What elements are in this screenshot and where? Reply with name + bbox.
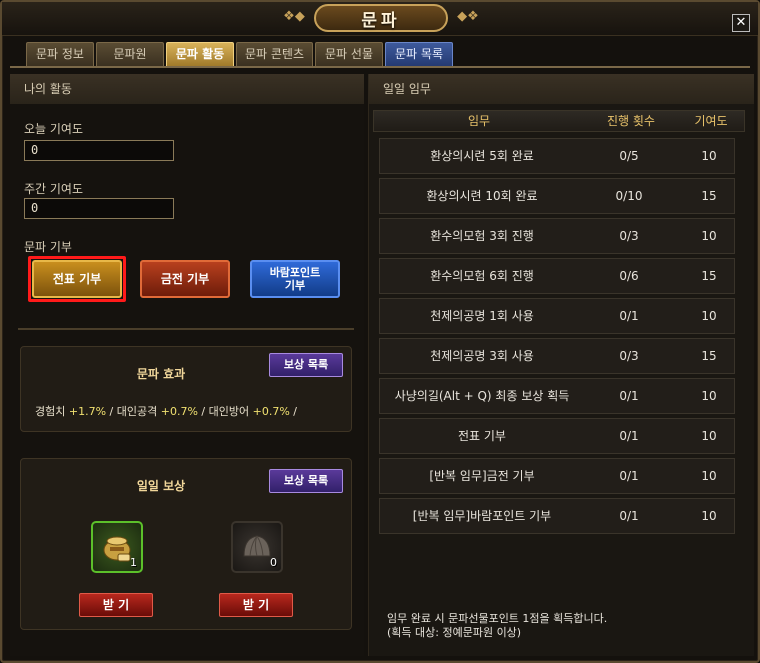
dumpling-icon [243,535,271,557]
column-header-contribution: 기여도 [694,114,728,128]
weekly-contribution-label: 주간 기여도 [24,182,84,196]
mission-table-header: 임무 진행 횟수 기여도 [373,110,745,132]
mission-contribution: 10 [701,229,717,243]
mission-row: [반복 임무]금전 기부 0/1 10 [379,458,735,494]
mission-contribution: 10 [701,469,717,483]
mission-name: 환수의모험 6회 진행 [430,269,534,283]
tab-underline [10,66,750,68]
title-ornament-left-icon: ❖◆ [283,9,305,24]
mission-progress: 0/1 [619,509,639,523]
item-count: 1 [130,556,137,569]
mission-name: 환수의모험 3회 진행 [430,229,534,243]
mission-row: [반복 임무]바람포인트 기부 0/1 10 [379,498,735,534]
today-contribution-label: 오늘 기여도 [24,122,84,136]
effect-separator: / [201,405,206,418]
tab-guild-list[interactable]: 문파 목록 [385,42,454,66]
mission-row: 천제의공명 3회 사용 0/3 15 [379,338,735,374]
mission-row: 전표 기부 0/1 10 [379,418,735,454]
daily-mission-panel: 일일 임무 임무 진행 횟수 기여도 환상의시련 5회 완료 0/5 10 환상의시련… [368,74,754,656]
title-bar: ❖◆ 문파 ◆❖ ✕ [2,2,758,36]
column-header-mission: 임무 [467,114,491,128]
mission-progress: 0/1 [619,309,639,323]
mission-contribution: 10 [701,389,717,403]
pvp-defense-label: 대인방어 [208,405,250,418]
panel-divider [18,328,354,330]
mission-progress: 0/3 [619,229,639,243]
tab-guild-info[interactable]: 문파 정보 [26,42,94,66]
mission-name: 전표 기부 [458,429,506,443]
my-activity-header: 나의 활동 [10,74,364,104]
guild-window: ❖◆ 문파 ◆❖ ✕ 문파 정보 문파원 문파 활동 문파 콘텐츠 문파 선물 … [0,0,760,663]
mission-name: 환상의시련 10회 완료 [426,189,538,203]
pot-icon [103,536,131,562]
mission-name: 천제의공명 1회 사용 [430,309,534,323]
effect-separator: / [109,405,114,418]
my-activity-panel: 나의 활동 오늘 기여도 0 주간 기여도 0 문파 기부 전표 기부 금전 기… [10,74,364,656]
mission-progress: 0/6 [619,269,639,283]
daily-reward-box: 일일 보상 보상 목록 1 0 받 기 받 기 [20,458,352,630]
pvp-attack-value: +0.7% [160,405,198,418]
today-contribution-field: 0 [24,140,174,161]
column-header-progress: 진행 횟수 [607,114,655,128]
effect-separator: / [293,405,298,418]
mission-progress: 0/1 [619,389,639,403]
daily-mission-header: 일일 임무 [369,74,754,104]
reward-item-slot[interactable]: 0 [231,521,283,573]
mission-contribution: 10 [701,509,717,523]
footnote-line-1: 임무 완료 시 문파선물포인트 1점을 획득합니다. [387,612,608,625]
weekly-contribution-field: 0 [24,198,174,219]
mission-contribution: 15 [701,349,717,363]
mission-contribution: 15 [701,269,717,283]
pvp-attack-label: 대인공격 [116,405,158,418]
mission-row: 환상의시련 5회 완료 0/5 10 [379,138,735,174]
mission-name: 천제의공명 3회 사용 [430,349,534,363]
gold-donate-button[interactable]: 금전 기부 [140,260,230,298]
close-button[interactable]: ✕ [732,14,750,32]
mission-name: 환상의시련 5회 완료 [430,149,534,163]
exp-label: 경험치 [35,405,66,418]
pvp-defense-value: +0.7% [252,405,290,418]
tab-guild-content[interactable]: 문파 콘텐츠 [236,42,314,66]
mission-name: [반복 임무]바람포인트 기부 [412,509,552,523]
guild-effect-stats: 경험치 +1.7% / 대인공격 +0.7% / 대인방어 +0.7% / [35,403,297,419]
mission-progress: 0/3 [619,349,639,363]
mission-contribution: 10 [701,309,717,323]
mission-progress: 0/1 [619,469,639,483]
mission-row: 천제의공명 1회 사용 0/1 10 [379,298,735,334]
guild-effect-box: 문파 효과 보상 목록 경험치 +1.7% / 대인공격 +0.7% / 대인방… [20,346,352,432]
tab-guild-gift[interactable]: 문파 선물 [315,42,384,66]
reward-item-slot[interactable]: 1 [91,521,143,573]
item-count: 0 [270,556,277,569]
footnote-line-2: (획득 대상: 정예문파원 이상) [387,626,522,639]
mission-contribution: 10 [701,149,717,163]
mission-name: 사냥의길(Alt + Q) 최종 보상 획득 [394,389,570,403]
title-ornament-right-icon: ◆❖ [457,9,479,24]
mission-contribution: 10 [701,429,717,443]
daily-reward-list-button[interactable]: 보상 목록 [269,469,343,493]
mission-progress: 0/5 [619,149,639,163]
mission-row: 사냥의길(Alt + Q) 최종 보상 획득 0/1 10 [379,378,735,414]
effect-reward-list-button[interactable]: 보상 목록 [269,353,343,377]
window-title: 문파 [314,4,448,32]
exp-value: +1.7% [68,405,107,418]
guild-donation-label: 문파 기부 [24,240,72,254]
wind-point-donate-button[interactable]: 바람포인트 기부 [250,260,340,298]
mission-progress: 0/10 [615,189,643,203]
receive-button[interactable]: 받 기 [219,593,293,617]
mission-contribution: 15 [701,189,717,203]
tab-guild-members[interactable]: 문파원 [96,42,164,66]
mission-footnote: 임무 완료 시 문파선물포인트 1점을 획득합니다. (획득 대상: 정예문파원… [387,612,607,640]
tab-guild-activity[interactable]: 문파 활동 [166,42,234,66]
mission-progress: 0/1 [619,429,639,443]
mission-row: 환수의모험 6회 진행 0/6 15 [379,258,735,294]
receive-button[interactable]: 받 기 [79,593,153,617]
mission-name: [반복 임무]금전 기부 [429,469,535,483]
voucher-donate-button[interactable]: 전표 기부 [32,260,122,298]
tab-bar: 문파 정보 문파원 문파 활동 문파 콘텐츠 문파 선물 문파 목록 [26,42,454,66]
mission-row: 환상의시련 10회 완료 0/10 15 [379,178,735,214]
mission-row: 환수의모험 3회 진행 0/3 10 [379,218,735,254]
